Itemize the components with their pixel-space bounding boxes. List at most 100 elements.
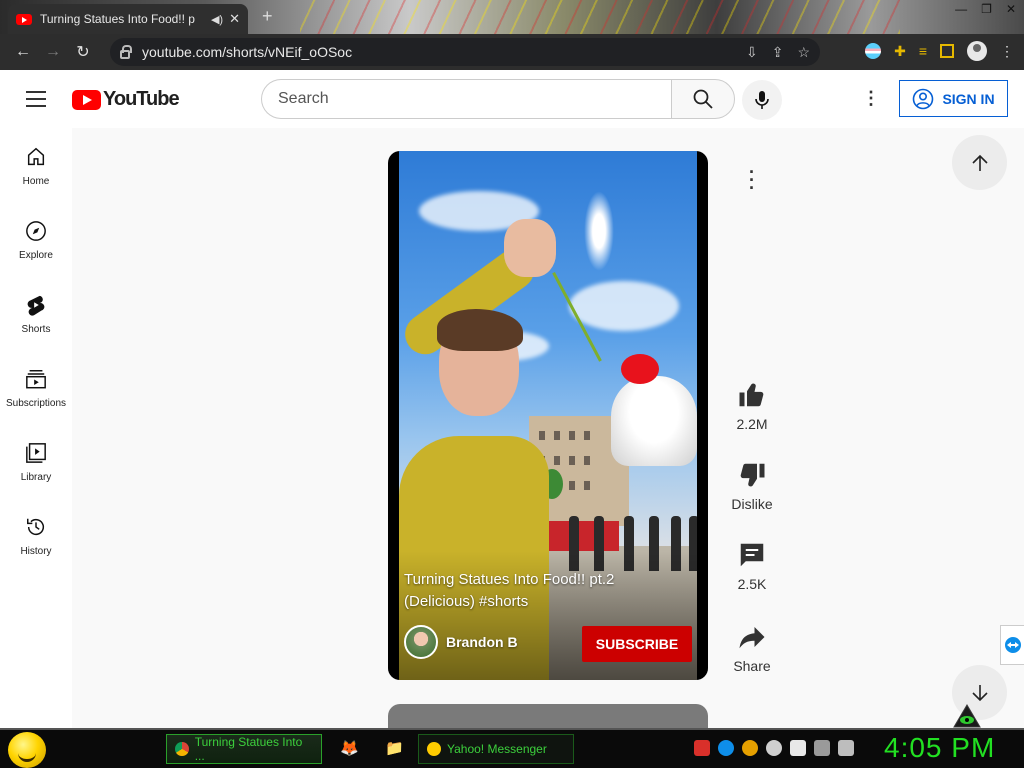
sidebar-item-library[interactable]: Library	[0, 424, 72, 498]
media-queue-icon[interactable]: ≡	[919, 43, 927, 59]
teamviewer-floating-icon[interactable]	[1000, 625, 1024, 665]
extensions-area: ✚ ≡ ⋮	[865, 41, 1014, 61]
previous-short-button[interactable]	[952, 135, 1007, 190]
history-icon	[27, 518, 45, 536]
subscriptions-icon	[26, 370, 46, 389]
search-placeholder: Search	[278, 90, 329, 107]
tray-messenger-icon[interactable]	[766, 740, 782, 756]
settings-more-icon[interactable]: ⋮	[862, 88, 880, 109]
window-controls: — ❐ ✕	[955, 2, 1016, 16]
extensions-puzzle-icon[interactable]: ✚	[894, 43, 906, 60]
taskbar-clock[interactable]: 4:05 PM	[884, 732, 995, 764]
tray-display-icon[interactable]	[814, 740, 830, 756]
close-tab-icon[interactable]: ✕	[229, 11, 240, 27]
tray-volume-icon[interactable]	[838, 740, 854, 756]
share-label: Share	[733, 658, 771, 674]
comments-button[interactable]: 2.5K	[722, 540, 782, 592]
sidebar-item-home[interactable]: Home	[0, 128, 72, 202]
trans-flag-extension-icon[interactable]	[865, 43, 882, 59]
mini-guide-sidebar: Home Explore Shorts Subscriptions Librar…	[0, 128, 72, 728]
close-window-icon[interactable]: ✕	[1006, 2, 1016, 16]
install-app-icon[interactable]: ⇩	[746, 44, 758, 61]
channel-avatar[interactable]	[404, 625, 438, 659]
tray-recorder-icon[interactable]	[694, 740, 710, 756]
share-button[interactable]: Share	[722, 622, 782, 674]
start-button-smiley-icon[interactable]	[8, 732, 46, 768]
tray-network-flag-icon[interactable]	[790, 740, 806, 756]
search-icon	[693, 89, 713, 109]
arrow-down-icon	[971, 684, 988, 701]
browser-tab[interactable]: Turning Statues Into Food!! p ◀) ✕	[8, 4, 248, 34]
system-tray	[694, 740, 854, 756]
youtube-play-logo-icon	[72, 89, 101, 110]
short-video-player[interactable]: Turning Statues Into Food!! pt.2 (Delici…	[388, 151, 708, 680]
yahoo-messenger-icon	[427, 742, 441, 756]
sidebar-item-explore[interactable]: Explore	[0, 202, 72, 276]
sign-in-button[interactable]: SIGN IN	[899, 80, 1008, 117]
maximize-icon[interactable]: ❐	[981, 2, 992, 16]
subscribe-button[interactable]: SUBSCRIBE	[582, 626, 692, 662]
browser-toolbar: ← → ↻ youtube.com/shorts/vNEif_oOSoc ⇩ ⇪…	[0, 34, 1024, 70]
dislike-label: Dislike	[731, 496, 773, 512]
like-button[interactable]: 2.2M	[722, 380, 782, 432]
youtube-logo[interactable]: YouTube	[72, 88, 180, 111]
sidebar-item-shorts[interactable]: Shorts	[0, 276, 72, 350]
voice-search-button[interactable]	[742, 80, 782, 120]
arrow-up-icon	[971, 154, 988, 171]
sidebar-item-label: Library	[20, 472, 52, 483]
eye-pyramid-icon	[953, 704, 981, 728]
compass-icon	[26, 221, 46, 241]
share-arrow-icon	[739, 627, 765, 649]
bookmark-star-icon[interactable]: ☆	[797, 44, 810, 61]
logo-text: YouTube	[103, 88, 180, 110]
profile-avatar-icon[interactable]	[967, 41, 987, 61]
share-page-icon[interactable]: ⇪	[772, 44, 784, 61]
chrome-icon	[175, 742, 189, 756]
new-tab-button[interactable]: +	[262, 6, 273, 27]
account-circle-icon	[913, 88, 934, 109]
folder-icon[interactable]: 📁	[385, 739, 404, 757]
hamburger-menu-icon[interactable]	[26, 91, 46, 107]
short-title[interactable]: Turning Statues Into Food!! pt.2 (Delici…	[404, 569, 674, 613]
channel-name[interactable]: Brandon B	[446, 634, 518, 650]
chrome-menu-icon[interactable]: ⋮	[1000, 43, 1014, 60]
library-icon	[26, 443, 46, 463]
dislike-button[interactable]: Dislike	[722, 460, 782, 512]
thumbs-up-icon	[739, 383, 764, 407]
taskbar-yahoo-messenger[interactable]: Yahoo! Messenger	[418, 734, 574, 764]
lock-icon[interactable]	[120, 44, 132, 59]
home-icon	[27, 147, 45, 166]
address-bar[interactable]: youtube.com/shorts/vNEif_oOSoc ⇩ ⇪ ☆	[110, 38, 820, 66]
sidebar-item-subscriptions[interactable]: Subscriptions	[0, 350, 72, 424]
tray-teamviewer-icon[interactable]	[718, 740, 734, 756]
search-input[interactable]: Search	[261, 79, 671, 119]
minimize-icon[interactable]: —	[955, 2, 967, 16]
os-taskbar: Turning Statues Into ... 🦊 📁 Yahoo! Mess…	[0, 728, 1024, 768]
tray-search-icon[interactable]	[742, 740, 758, 756]
sign-in-label: SIGN IN	[942, 90, 995, 107]
shorts-icon	[27, 295, 45, 316]
short-more-options-icon[interactable]: · · ·	[744, 163, 760, 197]
firefox-icon[interactable]: 🦊	[340, 739, 359, 757]
taskbar-window-title: Yahoo! Messenger	[447, 742, 547, 756]
sidebar-item-label: Shorts	[21, 324, 51, 335]
taskbar-chrome-window[interactable]: Turning Statues Into ...	[166, 734, 322, 764]
youtube-favicon-icon	[16, 13, 32, 25]
speaker-icon[interactable]: ◀)	[211, 13, 223, 26]
sidebar-item-label: Subscriptions	[5, 398, 67, 409]
sidebar-item-label: History	[20, 546, 52, 557]
sidebar-item-label: Home	[22, 176, 50, 187]
search-button[interactable]	[671, 79, 735, 119]
comment-count: 2.5K	[737, 576, 767, 592]
forward-arrow-icon[interactable]: →	[38, 43, 68, 61]
side-panel-icon[interactable]	[940, 44, 954, 58]
taskbar-window-title: Turning Statues Into ...	[194, 735, 303, 763]
reload-icon[interactable]: ↻	[68, 42, 98, 62]
like-count: 2.2M	[736, 416, 768, 432]
back-arrow-icon[interactable]: ←	[8, 43, 38, 61]
thumbs-down-icon	[740, 463, 765, 487]
comment-icon	[740, 543, 764, 567]
sidebar-item-history[interactable]: History	[0, 498, 72, 572]
channel-info[interactable]: Brandon B	[404, 625, 518, 659]
wallpaper-scribble	[300, 0, 900, 34]
